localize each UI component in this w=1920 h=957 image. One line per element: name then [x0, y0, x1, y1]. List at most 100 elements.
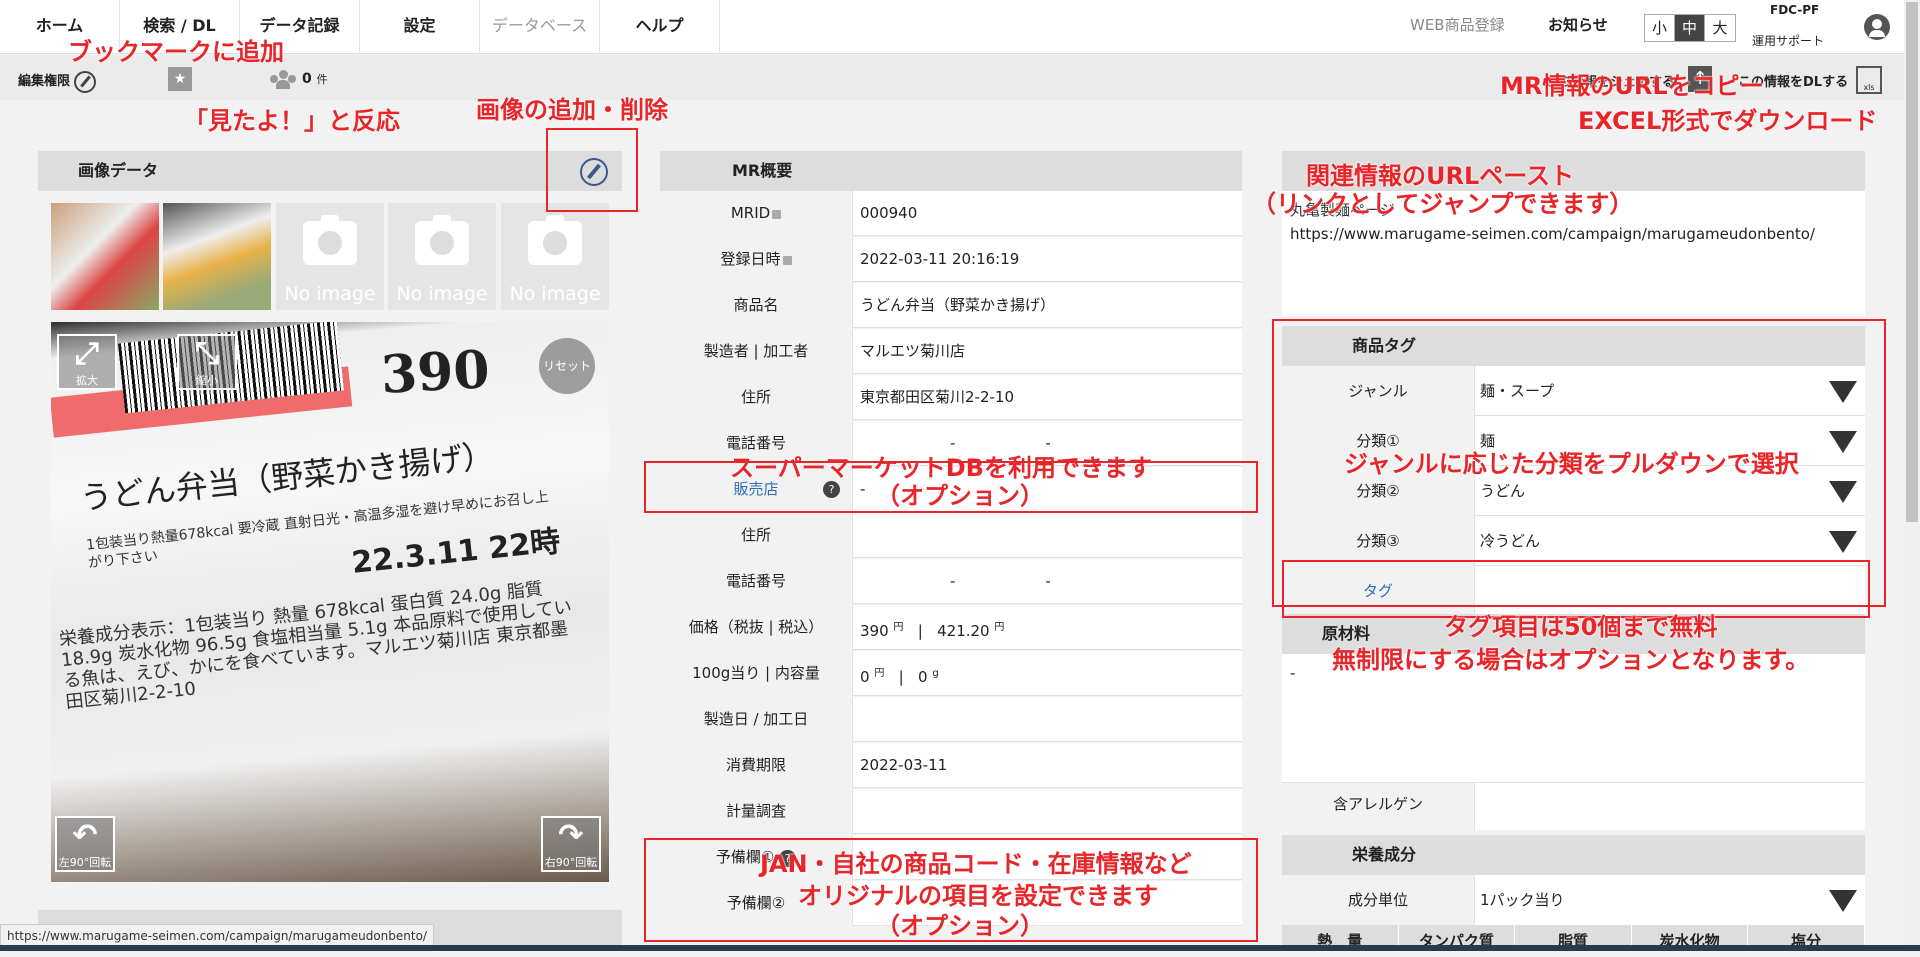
camera-icon [303, 215, 357, 265]
mr-value[interactable]: 東京都田区菊川2-2-10 [860, 375, 1014, 420]
thumbnail-empty[interactable]: No image [501, 203, 609, 310]
mr-label: 価格（税抜 | 税込） [660, 605, 853, 650]
allergen-row: 含アレルゲン [1282, 782, 1865, 831]
xls-download-icon[interactable]: xls [1856, 66, 1882, 94]
annotation-box-image-edit [546, 128, 638, 212]
taskbar [0, 945, 1920, 951]
mr-label: 100g当り | 内容量 [660, 651, 853, 696]
rotate-left-button[interactable]: ↶ 左90°回転 [55, 816, 115, 872]
reset-button[interactable]: リセット [539, 338, 595, 394]
notice-link[interactable]: お知らせ [1548, 14, 1608, 35]
rotate-right-icon: ↷ [558, 818, 584, 853]
user-icon[interactable] [1864, 14, 1890, 40]
mr-overview-title: MR概要 [660, 151, 1242, 191]
edit-permission-label: 編集権限 [18, 74, 71, 89]
pencil-icon[interactable] [74, 70, 97, 93]
annotation-related-2: （リンクとしてジャンプできます） [1252, 190, 1634, 218]
rotate-left-icon: ↶ [72, 818, 98, 853]
font-size-switch: 小 中 大 [1644, 14, 1736, 42]
main-product-photo[interactable]: 390 うどん弁当（野菜かき揚げ） 1包装当り熱量678kcal 要冷蔵 直射日… [51, 322, 609, 882]
mr-value: 000940 [860, 204, 918, 222]
related-url-link[interactable]: https://www.marugame-seimen.com/campaign… [1290, 225, 1815, 243]
mr-label: 住所 [660, 513, 853, 558]
mr-row-mrid: MRID 000940 [660, 191, 1242, 236]
org-label: FDC-PF [1770, 3, 1820, 17]
nav-help[interactable]: ヘルプ [600, 0, 720, 54]
allergen-label: 含アレルゲン [1282, 783, 1475, 831]
thumbnail-1[interactable] [51, 203, 159, 310]
mr-row-product-name: 商品名 うどん弁当（野菜かき揚げ） [660, 283, 1242, 328]
photo-nutrition-text: 栄養成分表示：1包装当り 熱量 678kcal 蛋白質 24.0g 脂質 18.… [58, 578, 573, 713]
mr-label: 製造日 / 加工日 [660, 697, 853, 742]
size-large-button[interactable]: 大 [1705, 15, 1735, 41]
nav-settings[interactable]: 設定 [360, 0, 480, 54]
annotation-custom-3: （オプション） [876, 912, 1044, 940]
mr-row-address: 住所 東京都田区菊川2-2-10 [660, 375, 1242, 420]
scrollbar-thumb[interactable] [1906, 2, 1918, 522]
size-small-button[interactable]: 小 [1645, 15, 1675, 41]
mr-value[interactable]: マルエツ菊川店 [860, 329, 965, 374]
top-nav: ホーム 検索 / DL データ記録 設定 データベース ヘルプ WEB商品登録 … [0, 0, 1920, 54]
mr-value[interactable]: うどん弁当（野菜かき揚げ） [860, 283, 1055, 328]
thumbnail-empty[interactable]: No image [276, 203, 384, 310]
shrink-icon: ⤡ [195, 336, 219, 371]
annotation-excel: EXCEL形式でダウンロード [1578, 107, 1878, 135]
materials-value: - [1290, 664, 1296, 682]
thumbnail-empty[interactable]: No image [388, 203, 496, 310]
dropdown-arrow-icon[interactable] [1829, 890, 1857, 912]
photo-price: 390 [379, 339, 492, 406]
no-image-label: No image [396, 283, 488, 305]
price-value[interactable]: 390 円 | 421.20 円 [860, 605, 1004, 650]
edit-permission[interactable]: 編集権限 [18, 70, 97, 93]
unit-select[interactable]: 1パック当り [1480, 875, 1565, 925]
mr-row-per100g: 100g当り | 内容量 0 円 | 0 g [660, 651, 1242, 696]
mr-row-maker: 製造者 | 加工者 マルエツ菊川店 [660, 329, 1242, 374]
mr-label: 消費期限 [660, 743, 853, 788]
mr-label: 製造者 | 加工者 [660, 329, 853, 374]
mr-label: 登録日時 [660, 237, 853, 282]
rotate-right-button[interactable]: ↷ 右90°回転 [541, 816, 601, 872]
web-register-link[interactable]: WEB商品登録 [1410, 14, 1505, 35]
mr-row-store-address: 住所 [660, 513, 1242, 558]
mr-row-registered: 登録日時 2022-03-11 20:16:19 [660, 237, 1242, 282]
annotation-box-store [644, 461, 1258, 513]
nav-database[interactable]: データベース [480, 0, 600, 54]
annotation-genre: ジャンルに応じた分類をプルダウンで選択 [1344, 450, 1799, 478]
thumbnail-2[interactable] [163, 203, 271, 310]
mr-label: 計量調査 [660, 789, 853, 834]
camera-icon [415, 215, 469, 265]
mr-value[interactable]: - - [950, 559, 1051, 604]
camera-icon [528, 215, 582, 265]
mr-value: 2022-03-11 20:16:19 [860, 250, 1020, 268]
annotation-tag-2: 無制限にする場合はオプションとなります。 [1332, 646, 1810, 674]
bookmark-star-icon[interactable]: ★ [168, 67, 192, 91]
mr-value[interactable]: 2022-03-11 [860, 743, 947, 788]
mr-label: 電話番号 [660, 559, 853, 604]
mr-label: 住所 [660, 375, 853, 420]
zoom-in-button[interactable]: ⤢ 拡大 [57, 334, 117, 390]
mr-row-expiry: 消費期限 2022-03-11 [660, 743, 1242, 788]
status-url: https://www.marugame-seimen.com/campaign… [0, 924, 434, 946]
mr-row-manufacture-date: 製造日 / 加工日 [660, 697, 1242, 742]
annotation-image-edit: 画像の追加・削除 [476, 96, 668, 124]
mr-row-price: 価格（税抜 | 税込） 390 円 | 421.20 円 [660, 605, 1242, 650]
reaction-count: 0 件 [302, 71, 328, 87]
mr-label: MRID [660, 191, 853, 236]
nutrition-title: 栄養成分 [1282, 835, 1865, 875]
lock-icon [782, 256, 792, 265]
size-medium-button[interactable]: 中 [1675, 15, 1705, 41]
mr-row-store-phone: 電話番号 - - [660, 559, 1242, 604]
zoom-out-button[interactable]: ⤡ 縮小 [177, 334, 237, 390]
annotation-reaction: 「見たよ！」と反応 [184, 107, 400, 135]
per100-value[interactable]: 0 円 | 0 g [860, 651, 939, 696]
nutrition-unit-row: 成分単位 1パック当り [1282, 875, 1865, 925]
mr-row-measurement: 計量調査 [660, 789, 1242, 834]
lock-icon [772, 210, 782, 219]
image-panel-title: 画像データ [38, 151, 622, 191]
no-image-label: No image [509, 283, 601, 305]
annotation-custom-1: JAN・自社の商品コード・在庫情報など [760, 850, 1192, 878]
mr-label: 商品名 [660, 283, 853, 328]
annotation-copy-url: MR情報のURLをコピー [1500, 72, 1764, 100]
people-icon[interactable] [270, 70, 296, 89]
support-link[interactable]: 運用サポート [1752, 32, 1824, 49]
